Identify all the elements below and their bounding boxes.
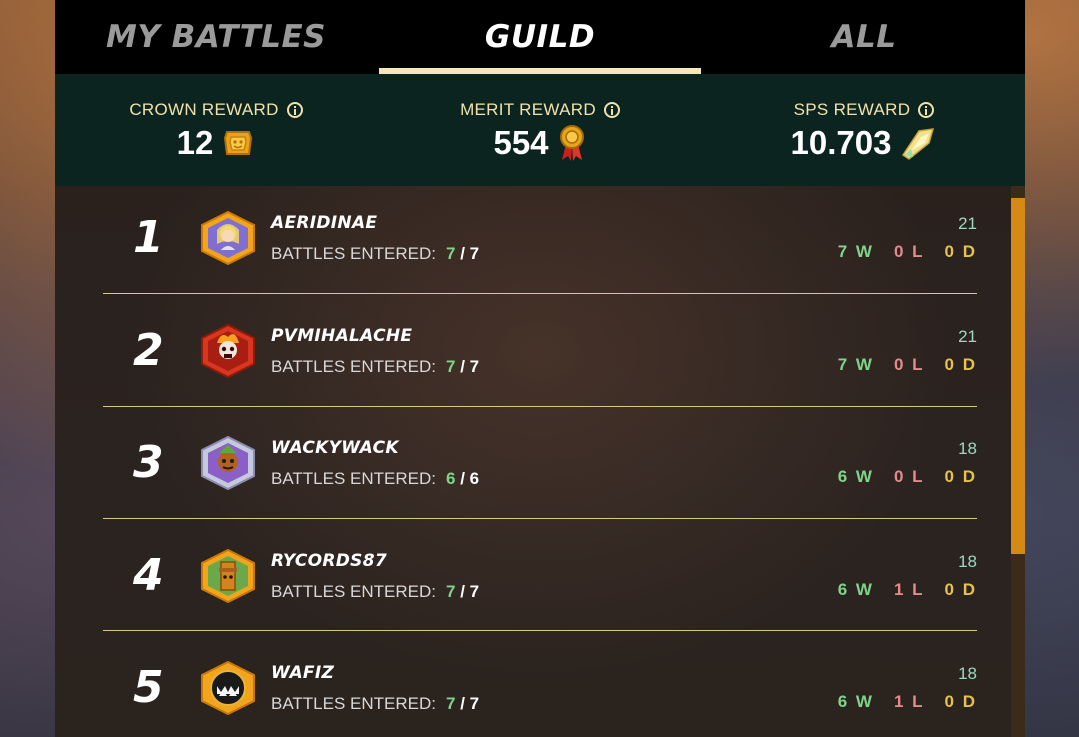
sps-crystal-icon — [902, 128, 935, 160]
losses: 0 L — [893, 467, 925, 486]
losses: 0 L — [893, 242, 925, 261]
list-item[interactable]: 1 AERIDINAE BATTLES ENTERED: 7 / 7 21 7 W… — [103, 186, 977, 298]
wins: 7 W — [837, 242, 874, 261]
sps-reward-value: 10.703 — [790, 124, 892, 161]
tab-my-battles[interactable]: MY BATTLES — [55, 0, 377, 74]
crown-reward: CROWN REWARD 12 — [55, 74, 377, 186]
draws: 0 D — [944, 355, 977, 374]
player-name[interactable]: AERIDINAE — [271, 213, 377, 233]
row-divider — [103, 518, 977, 519]
info-icon[interactable] — [918, 102, 935, 118]
list-item[interactable]: 3 WACKYWACK BATTLES ENTERED: 6 / 6 18 6 W… — [103, 411, 977, 523]
row-divider — [103, 630, 977, 631]
battles-entered-label: BATTLES ENTERED: — [271, 469, 436, 488]
win-loss-draw: 7 W 0 L 0 D — [838, 242, 977, 262]
battles-total-count: 7 — [469, 694, 480, 713]
row-divider — [103, 406, 977, 407]
crown-reward-value: 12 — [176, 124, 214, 161]
battles-entered: BATTLES ENTERED: 7 / 7 — [271, 244, 480, 263]
score: 21 — [958, 214, 977, 233]
battles-entered-label: BATTLES ENTERED: — [271, 694, 436, 713]
monster-mouth-avatar-icon — [201, 660, 255, 716]
rank-number: 3 — [133, 437, 164, 488]
rewards-bar: CROWN REWARD 12 MERIT REWARD 554 SPS REW… — [55, 74, 1025, 186]
win-loss-draw: 6 W 1 L 0 D — [838, 580, 977, 600]
win-loss-draw: 6 W 1 L 0 D — [838, 692, 977, 712]
crown-token-icon — [224, 131, 253, 155]
rank-number: 1 — [133, 212, 164, 263]
draws: 0 D — [944, 467, 977, 486]
list-item[interactable]: 4 RYCORDS87 BATTLES ENTERED: 7 / 7 18 6 W… — [103, 524, 977, 636]
player-name[interactable]: PVMIHALACHE — [271, 326, 412, 346]
player-name[interactable]: WACKYWACK — [271, 438, 399, 458]
player-name[interactable]: WAFIZ — [271, 663, 334, 683]
draws: 0 D — [944, 692, 977, 711]
row-divider — [103, 293, 977, 294]
crown-reward-label: CROWN REWARD — [129, 100, 279, 119]
battles-entered: BATTLES ENTERED: 7 / 7 — [271, 582, 480, 601]
rank-number: 2 — [133, 325, 164, 376]
battles-entered: BATTLES ENTERED: 7 / 7 — [271, 357, 480, 376]
goblin-avatar-icon — [201, 435, 255, 491]
score: 18 — [958, 664, 977, 683]
score: 18 — [958, 439, 977, 458]
battles-entered-label: BATTLES ENTERED: — [271, 244, 436, 263]
merit-medal-icon — [559, 125, 584, 161]
wins: 6 W — [837, 467, 874, 486]
battles-entered: BATTLES ENTERED: 7 / 7 — [271, 694, 480, 713]
info-icon[interactable] — [286, 102, 303, 118]
merit-reward-value: 554 — [493, 124, 549, 161]
battles-total-count: 6 — [469, 469, 480, 488]
scrollbar-thumb[interactable] — [1011, 198, 1025, 554]
sps-reward: SPS REWARD 10.703 — [703, 74, 1025, 186]
tab-guild[interactable]: GUILD — [379, 0, 701, 74]
draws: 0 D — [944, 580, 977, 599]
tab-all[interactable]: ALL — [703, 0, 1025, 74]
guild-brawl-panel: MY BATTLES GUILD ALL CROWN REWARD 12 MER… — [55, 0, 1025, 737]
angel-avatar-icon — [201, 210, 255, 266]
list-item[interactable]: 5 WAFIZ BATTLES ENTERED: 7 / 7 18 6 W 1 L… — [103, 636, 977, 737]
battles-total-count: 7 — [469, 244, 480, 263]
battles-entered-label: BATTLES ENTERED: — [271, 582, 436, 601]
win-loss-draw: 7 W 0 L 0 D — [838, 355, 977, 375]
merit-reward-label: MERIT REWARD — [460, 100, 596, 119]
rank-number: 5 — [133, 662, 164, 713]
wins: 7 W — [837, 355, 874, 374]
losses: 0 L — [893, 355, 925, 374]
player-name[interactable]: RYCORDS87 — [271, 551, 387, 571]
losses: 1 L — [893, 580, 925, 599]
wins: 6 W — [837, 692, 874, 711]
score: 18 — [958, 552, 977, 571]
totem-avatar-icon — [201, 548, 255, 604]
losses: 1 L — [893, 692, 925, 711]
draws: 0 D — [944, 242, 977, 261]
battles-total-count: 7 — [469, 357, 480, 376]
score: 21 — [958, 327, 977, 346]
battles-entered-label: BATTLES ENTERED: — [271, 357, 436, 376]
wins: 6 W — [837, 580, 874, 599]
list-item[interactable]: 2 PVMIHALACHE BATTLES ENTERED: 7 / 7 21 7… — [103, 299, 977, 411]
info-icon[interactable] — [603, 102, 620, 118]
battles-total-count: 7 — [469, 582, 480, 601]
fire-skull-avatar-icon — [201, 323, 255, 379]
win-loss-draw: 6 W 0 L 0 D — [838, 467, 977, 487]
battles-entered: BATTLES ENTERED: 6 / 6 — [271, 469, 480, 488]
sps-reward-label: SPS REWARD — [793, 100, 911, 119]
merit-reward: MERIT REWARD 554 — [379, 74, 701, 186]
rank-number: 4 — [133, 550, 164, 601]
tab-bar: MY BATTLES GUILD ALL — [55, 0, 1025, 74]
guild-ranking-list[interactable]: 1 AERIDINAE BATTLES ENTERED: 7 / 7 21 7 W… — [55, 186, 1025, 737]
